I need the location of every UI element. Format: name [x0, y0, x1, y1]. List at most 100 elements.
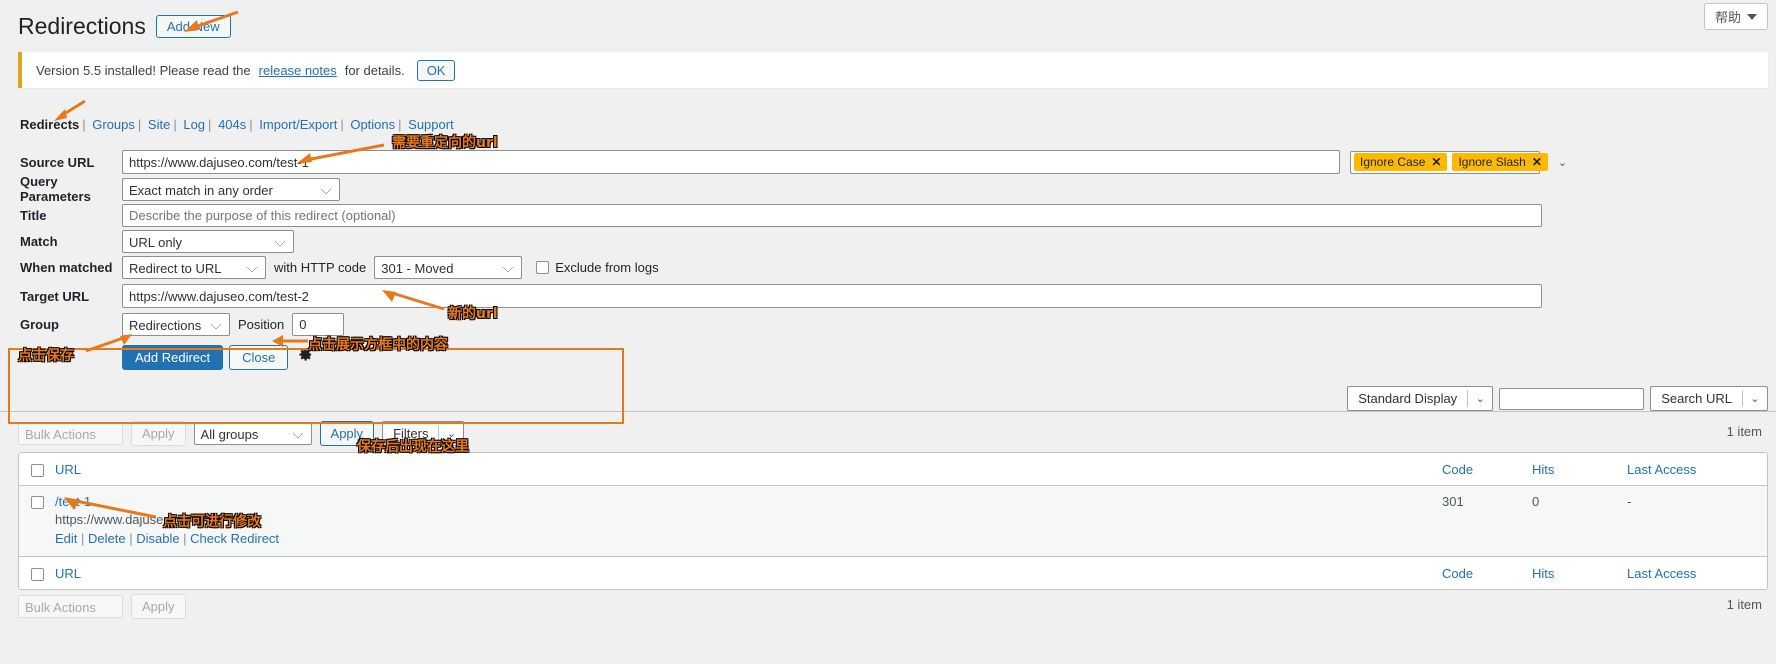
checkbox-icon[interactable] — [30, 496, 44, 509]
remove-icon[interactable]: ✕ — [1431, 155, 1441, 169]
add-redirect-form: Source URL Ignore Case ✕ Ignore Slash ✕ … — [0, 148, 1776, 424]
row-last-access: - — [1627, 494, 1632, 509]
column-footer-code[interactable]: Code — [1442, 566, 1532, 581]
position-input[interactable] — [292, 312, 345, 336]
row-source-link[interactable]: /test-1 — [55, 494, 91, 509]
row-action-disable[interactable]: Disable — [136, 531, 179, 546]
search-scope-label: Search URL — [1661, 391, 1732, 406]
group-filter-select[interactable]: All groups — [193, 422, 312, 445]
add-redirect-button[interactable]: Add Redirect — [122, 344, 224, 370]
form-row-when-matched: When matched Redirect to URL with HTTP c… — [0, 254, 1776, 299]
column-header-url[interactable]: URL — [55, 462, 1442, 477]
column-footer-hits[interactable]: Hits — [1532, 566, 1627, 581]
form-row-title: Title — [0, 202, 1776, 228]
subnav-item-site[interactable]: Site — [148, 117, 170, 132]
group-label: Group — [20, 316, 59, 332]
help-button-label: 帮助 — [1714, 10, 1741, 25]
column-header-code[interactable]: Code — [1442, 462, 1532, 477]
bulk-apply-button-bottom[interactable]: Apply — [131, 594, 186, 619]
subnav-item-groups[interactable]: Groups — [92, 117, 135, 132]
release-notes-link[interactable]: release notes — [259, 63, 337, 78]
subnav-item-options[interactable]: Options — [350, 117, 395, 132]
flag-tag-ignore-case-label: Ignore Case — [1360, 155, 1426, 169]
row-action-edit[interactable]: Edit — [55, 531, 77, 546]
checkbox-icon[interactable] — [30, 463, 44, 477]
row-target-url: https://www.dajuseo.com/test-2 — [55, 512, 235, 527]
flag-tag-ignore-case[interactable]: Ignore Case ✕ — [1354, 153, 1448, 171]
help-button[interactable]: 帮助 — [1703, 3, 1768, 30]
redirects-table: URL Code Hits Last Access /test-1 https:… — [18, 452, 1768, 590]
target-url-label: Target URL — [20, 288, 90, 304]
version-notice: Version 5.5 installed! Please read the r… — [18, 52, 1768, 88]
group-select[interactable]: Redirections — [122, 312, 230, 336]
notice-text-before: Version 5.5 installed! Please read the — [36, 62, 251, 78]
exclude-from-logs-label: Exclude from logs — [555, 259, 659, 275]
subnav-item-redirects[interactable]: Redirects — [20, 117, 79, 132]
chevron-down-icon — [1747, 13, 1757, 20]
checkbox-icon[interactable] — [30, 567, 44, 581]
add-new-button[interactable]: Add New — [155, 15, 231, 39]
match-label: Match — [20, 233, 58, 249]
row-actions: Edit | Delete | Disable | Check Redirect — [55, 531, 280, 546]
form-row-query-parameters: Query Parameters Exact match in any orde… — [0, 174, 1776, 204]
when-matched-action-select[interactable]: Redirect to URL — [122, 255, 266, 279]
admin-top-bar: 帮助 — [0, 0, 1776, 32]
source-url-label: Source URL — [20, 154, 95, 170]
notice-ok-button[interactable]: OK — [416, 59, 456, 81]
annotation-saved-here: 保存后出现在这里 — [357, 439, 469, 455]
flag-tag-ignore-slash[interactable]: Ignore Slash ✕ — [1452, 153, 1548, 171]
chevron-down-icon[interactable]: ⌄ — [1468, 392, 1492, 405]
row-hits: 0 — [1532, 494, 1540, 509]
row-select-cell[interactable] — [19, 494, 55, 509]
form-row-source-url: Source URL Ignore Case ✕ Ignore Slash ✕ … — [0, 148, 1776, 176]
row-code: 301 — [1442, 494, 1464, 509]
select-all-cell[interactable] — [19, 462, 55, 477]
display-mode-select[interactable]: Standard Display ⌄ — [1347, 386, 1494, 411]
annotation-gear: 点击展示方框中的内容 — [308, 337, 448, 353]
row-action-check-redirect[interactable]: Check Redirect — [190, 531, 279, 546]
position-label: Position — [238, 316, 285, 332]
annotation-target-url: 新的url — [448, 306, 498, 322]
source-url-input[interactable] — [122, 150, 1340, 174]
http-code-select[interactable]: 301 - Moved Permanently — [374, 255, 523, 299]
subnav-item-404s[interactable]: 404s — [218, 117, 246, 132]
subnav-item-import-export[interactable]: Import/Export — [259, 117, 337, 132]
table-footer-row: URL Code Hits Last Access — [19, 556, 1767, 589]
remove-icon[interactable]: ✕ — [1532, 155, 1542, 169]
search-scope-select[interactable]: Search URL ⌄ — [1650, 386, 1768, 411]
subnav-item-support[interactable]: Support — [408, 117, 454, 132]
query-parameters-label: Query Parameters — [20, 174, 91, 204]
column-footer-last-access[interactable]: Last Access — [1627, 566, 1767, 581]
row-action-delete[interactable]: Delete — [88, 531, 126, 546]
search-input[interactable] — [1499, 387, 1645, 410]
chevron-down-icon[interactable]: ⌄ — [1558, 156, 1567, 169]
subnav-item-log[interactable]: Log — [183, 117, 205, 132]
match-select[interactable]: URL only — [122, 229, 294, 253]
query-parameters-select[interactable]: Exact match in any order — [122, 177, 340, 201]
annotation-save: 点击保存 — [18, 348, 74, 364]
checkbox-icon[interactable] — [536, 260, 550, 274]
target-url-input[interactable] — [122, 284, 1542, 308]
select-all-cell-bottom[interactable] — [19, 566, 55, 581]
http-code-label: with HTTP code — [274, 259, 367, 275]
title-input[interactable] — [122, 203, 1542, 227]
close-button[interactable]: Close — [229, 344, 289, 370]
bulk-actions-select[interactable]: Bulk Actions — [18, 422, 123, 445]
column-header-last-access[interactable]: Last Access — [1627, 462, 1767, 477]
bulk-apply-button[interactable]: Apply — [131, 421, 186, 446]
column-footer-url[interactable]: URL — [55, 566, 1442, 581]
chevron-down-icon[interactable]: ⌄ — [1743, 392, 1767, 405]
row-url-cell: /test-1 https://www.dajuseo.com/test-2 E… — [55, 494, 1442, 546]
tablenav-bottom: Bulk Actions Apply — [18, 594, 186, 619]
exclude-from-logs-checkbox[interactable]: Exclude from logs — [536, 259, 659, 275]
column-header-hits[interactable]: Hits — [1532, 462, 1627, 477]
annotation-source-url: 需要重定向的url — [392, 135, 498, 151]
form-row-group: Group Redirections Position — [0, 310, 1776, 338]
bulk-actions-select-bottom[interactable]: Bulk Actions — [18, 595, 123, 618]
item-count-top: 1 item — [1726, 424, 1762, 439]
display-controls: Standard Display ⌄ Search URL ⌄ — [1347, 386, 1768, 411]
display-mode-label: Standard Display — [1358, 391, 1458, 406]
subnav: Redirects | Groups | Site | Log | 404s | Impo… — [20, 117, 454, 132]
url-flags-field[interactable]: Ignore Case ✕ Ignore Slash ✕ ⌄ — [1350, 150, 1567, 174]
table-header-row: URL Code Hits Last Access — [19, 453, 1767, 486]
